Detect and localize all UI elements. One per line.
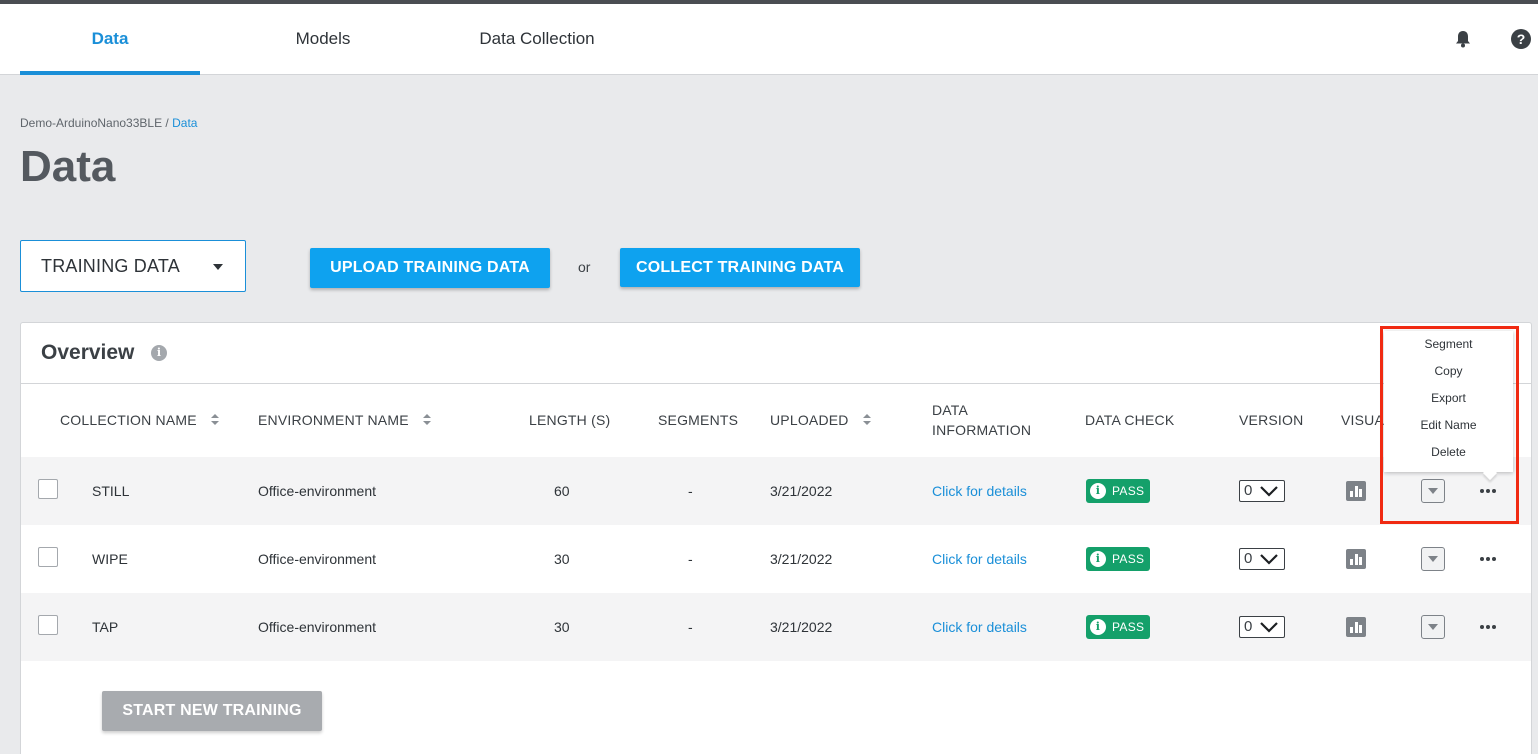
info-circle-icon: i <box>1090 483 1106 499</box>
bar-chart-icon[interactable] <box>1346 617 1366 637</box>
column-header-label: UPLOADED <box>770 412 849 428</box>
version-value: 0 <box>1244 550 1253 567</box>
chevron-down-icon <box>1260 622 1278 633</box>
column-header-segments: SEGMENTS <box>658 412 739 428</box>
expand-dropdown-button[interactable] <box>1421 615 1445 639</box>
sort-icon[interactable] <box>211 414 219 425</box>
overview-title: Overview <box>41 341 135 364</box>
more-options-icon[interactable] <box>1478 615 1502 639</box>
column-header-data-check: DATA CHECK <box>1085 412 1175 428</box>
environment-name: Office-environment <box>258 619 377 635</box>
status-badge-label: PASS <box>1112 552 1145 566</box>
table-row: WIPE Office-environment 30 - 3/21/2022 C… <box>21 525 1531 593</box>
uploaded-date: 3/21/2022 <box>770 483 833 499</box>
annotation-highlight-box <box>1380 326 1519 524</box>
caret-down-icon <box>213 264 223 270</box>
version-value: 0 <box>1244 618 1253 635</box>
chevron-down-icon <box>1260 486 1278 497</box>
details-link[interactable]: Click for details <box>932 593 1027 661</box>
info-icon[interactable]: i <box>151 345 167 361</box>
tab-data-collection[interactable]: Data Collection <box>462 4 612 74</box>
page-title: Data <box>20 142 116 191</box>
length-value: 30 <box>554 619 570 635</box>
length-value: 60 <box>554 483 570 499</box>
column-header-length: LENGTH (S) <box>529 412 611 428</box>
info-circle-icon: i <box>1090 619 1106 635</box>
row-checkbox[interactable] <box>38 615 58 635</box>
length-value: 30 <box>554 551 570 567</box>
help-icon[interactable]: ? <box>1510 28 1532 50</box>
data-type-dropdown[interactable]: TRAINING DATA <box>20 240 246 292</box>
collection-name: WIPE <box>92 551 128 567</box>
tab-data[interactable]: Data <box>20 4 200 75</box>
details-link[interactable]: Click for details <box>932 525 1027 593</box>
status-badge: i PASS <box>1086 615 1150 639</box>
segments-value: - <box>688 483 693 499</box>
status-badge: i PASS <box>1086 547 1150 571</box>
collection-name: STILL <box>92 483 130 499</box>
version-select[interactable]: 0 <box>1239 548 1285 570</box>
breadcrumb-separator: / <box>162 116 173 130</box>
uploaded-date: 3/21/2022 <box>770 551 833 567</box>
expand-dropdown-button[interactable] <box>1421 547 1445 571</box>
column-header-label: ENVIRONMENT NAME <box>258 412 409 428</box>
version-value: 0 <box>1244 482 1253 499</box>
bell-icon[interactable] <box>1452 28 1474 50</box>
bar-chart-icon[interactable] <box>1346 481 1366 501</box>
row-checkbox[interactable] <box>38 479 58 499</box>
overview-card: Overview i COLLECTION NAME ENVIRONMENT N… <box>20 322 1532 754</box>
version-select[interactable]: 0 <box>1239 480 1285 502</box>
column-header-label: COLLECTION NAME <box>60 412 197 428</box>
chevron-down-icon <box>1260 554 1278 565</box>
info-circle-icon: i <box>1090 551 1106 567</box>
table-row: STILL Office-environment 60 - 3/21/2022 … <box>21 457 1531 525</box>
status-badge-label: PASS <box>1112 620 1145 634</box>
or-label: or <box>578 259 591 275</box>
collection-name: TAP <box>92 619 119 635</box>
column-header-uploaded[interactable]: UPLOADED <box>770 410 871 430</box>
tab-models[interactable]: Models <box>270 4 376 74</box>
collect-training-data-button[interactable]: COLLECT TRAINING DATA <box>620 248 860 287</box>
column-header-data-information: DATA INFORMATION <box>932 402 1032 438</box>
column-header-collection-name[interactable]: COLLECTION NAME <box>60 410 219 430</box>
breadcrumb-current[interactable]: Data <box>172 116 197 130</box>
breadcrumb: Demo-ArduinoNano33BLE / Data <box>20 116 197 130</box>
segments-value: - <box>688 619 693 635</box>
details-link[interactable]: Click for details <box>932 457 1027 525</box>
sort-icon[interactable] <box>423 414 431 425</box>
svg-text:?: ? <box>1517 31 1526 47</box>
bar-chart-icon[interactable] <box>1346 549 1366 569</box>
breadcrumb-project[interactable]: Demo-ArduinoNano33BLE <box>20 116 162 130</box>
status-badge: i PASS <box>1086 479 1150 503</box>
upload-training-data-button[interactable]: UPLOAD TRAINING DATA <box>310 248 550 288</box>
data-type-value: TRAINING DATA <box>41 256 180 276</box>
more-options-icon[interactable] <box>1478 547 1502 571</box>
environment-name: Office-environment <box>258 483 377 499</box>
environment-name: Office-environment <box>258 551 377 567</box>
uploaded-date: 3/21/2022 <box>770 619 833 635</box>
start-new-training-button[interactable]: START NEW TRAINING <box>102 691 322 731</box>
divider <box>21 383 1531 384</box>
column-header-visualize: VISUA <box>1341 412 1385 428</box>
segments-value: - <box>688 551 693 567</box>
column-header-environment-name[interactable]: ENVIRONMENT NAME <box>258 410 431 430</box>
status-badge-label: PASS <box>1112 484 1145 498</box>
version-select[interactable]: 0 <box>1239 616 1285 638</box>
table-row: TAP Office-environment 30 - 3/21/2022 Cl… <box>21 593 1531 661</box>
sort-icon[interactable] <box>863 414 871 425</box>
top-navbar: Data Models Data Collection ? <box>0 4 1538 75</box>
row-checkbox[interactable] <box>38 547 58 567</box>
column-header-version: VERSION <box>1239 412 1304 428</box>
